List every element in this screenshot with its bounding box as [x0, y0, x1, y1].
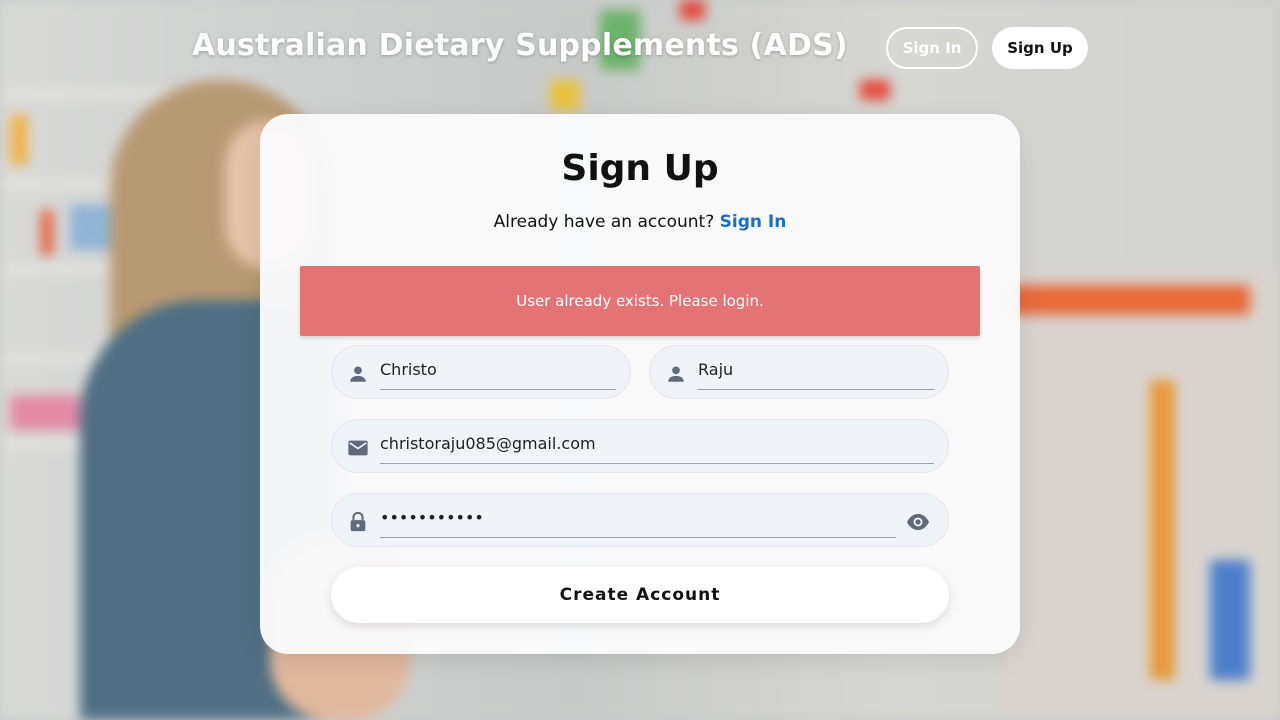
signin-prompt-text: Already have an account? — [493, 212, 715, 232]
email-value[interactable]: christoraju085@gmail.com — [380, 434, 596, 453]
signin-link[interactable]: Sign In — [720, 212, 787, 232]
first-name-value[interactable]: Christo — [380, 360, 437, 379]
header-signin-button[interactable]: Sign In — [886, 27, 978, 69]
eye-icon[interactable] — [906, 512, 930, 532]
email-underline — [380, 463, 934, 464]
create-account-button[interactable]: Create Account — [331, 567, 949, 623]
header-signup-button[interactable]: Sign Up — [992, 27, 1088, 69]
person-icon — [668, 366, 684, 382]
page-title: Sign Up — [561, 148, 719, 189]
first-name-field[interactable]: Christo — [331, 345, 631, 399]
lock-icon — [350, 511, 366, 532]
password-value[interactable]: ••••••••••• — [380, 508, 484, 527]
signin-prompt: Already have an account? Sign In — [260, 212, 1020, 232]
email-field[interactable]: christoraju085@gmail.com — [331, 419, 949, 473]
password-field[interactable]: ••••••••••• — [331, 493, 949, 547]
mail-icon — [348, 440, 368, 456]
person-icon — [350, 366, 366, 382]
first-name-underline — [380, 389, 616, 390]
site-title: Australian Dietary Supplements (ADS) — [192, 28, 848, 63]
last-name-value[interactable]: Raju — [698, 360, 733, 379]
last-name-underline — [698, 389, 934, 390]
error-alert: User already exists. Please login. — [300, 266, 980, 336]
last-name-field[interactable]: Raju — [649, 345, 949, 399]
signup-card: Sign Up Already have an account? Sign In… — [260, 114, 1020, 654]
password-underline — [380, 537, 896, 538]
